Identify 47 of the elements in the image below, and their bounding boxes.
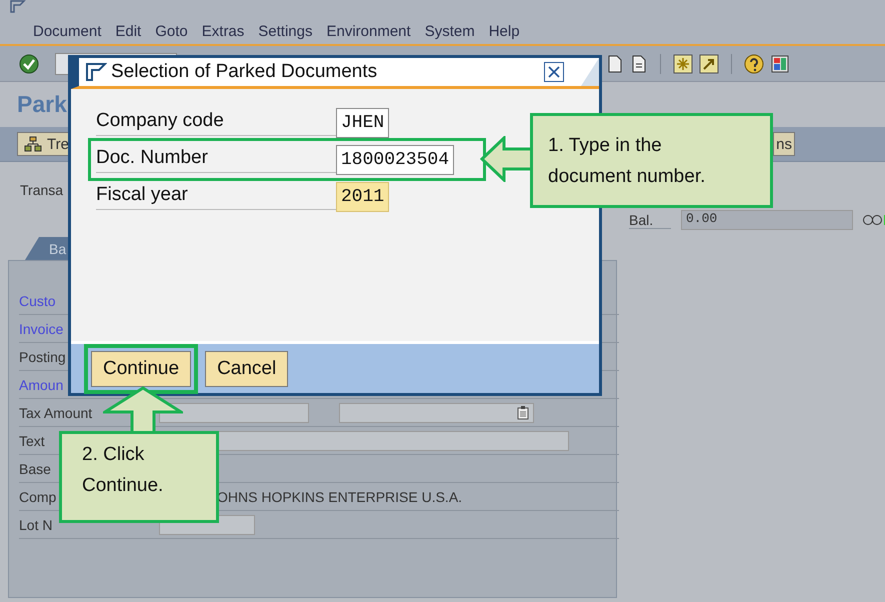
field-label: Company code <box>96 110 336 136</box>
form-label: Text <box>19 433 46 449</box>
help-icon[interactable] <box>744 54 764 74</box>
field-label: Transa <box>20 182 64 198</box>
field-label: Fiscal year <box>96 184 336 210</box>
input-field[interactable]: JHEN <box>336 108 390 138</box>
field-label: Bal. <box>629 212 671 228</box>
clipboard-icon[interactable] <box>517 406 529 420</box>
toolbar-button[interactable]: ns <box>773 132 795 156</box>
form-label: Lot N <box>19 517 54 533</box>
window-icon <box>85 62 107 82</box>
company-name: OHNS HOPKINS ENTERPRISE U.S.A. <box>216 489 462 505</box>
dialog-button[interactable]: Continue <box>91 350 192 386</box>
instruction-tooltip: 2. Click Continue. <box>59 431 219 523</box>
page-icon[interactable] <box>606 54 624 74</box>
star-icon[interactable] <box>673 54 693 74</box>
form-label: Tax Amount <box>19 405 94 421</box>
status-lights-icon <box>863 214 885 226</box>
input-field[interactable] <box>339 403 534 423</box>
layout-icon[interactable] <box>770 54 790 74</box>
menu-item[interactable]: Environment <box>326 22 411 40</box>
menu-item[interactable]: Document <box>33 22 102 40</box>
menu-item[interactable]: System <box>424 22 475 40</box>
page-icon[interactable] <box>630 54 648 74</box>
screen-title: Park <box>17 91 67 118</box>
dialog-title: Selection of Parked Documents <box>111 61 378 83</box>
menu-item[interactable]: Extras <box>202 22 244 40</box>
balance-field: 0.00 <box>681 210 853 230</box>
input-field[interactable]: 2011 <box>336 182 390 212</box>
form-label: Comp <box>19 489 58 505</box>
instruction-tooltip: 1. Type in the document number. <box>530 113 773 208</box>
title-bar-corner <box>581 58 599 86</box>
menu-item[interactable]: Edit <box>115 22 142 40</box>
menu-item[interactable]: Goto <box>155 22 188 40</box>
menu-item[interactable]: Settings <box>258 22 312 40</box>
close-icon <box>548 66 560 78</box>
close-button[interactable] <box>544 62 564 82</box>
input-field[interactable]: 1800023504 <box>336 144 454 174</box>
form-label: Base <box>19 461 52 477</box>
input-field[interactable] <box>159 403 309 423</box>
dialog-button[interactable]: Cancel <box>205 350 288 386</box>
form-label: Posting <box>19 349 67 365</box>
check-icon[interactable] <box>19 54 39 74</box>
field-label: Doc. Number <box>96 146 336 172</box>
menu-item[interactable]: Help <box>488 22 520 40</box>
window-icon <box>10 0 26 14</box>
tree-icon <box>24 136 42 152</box>
